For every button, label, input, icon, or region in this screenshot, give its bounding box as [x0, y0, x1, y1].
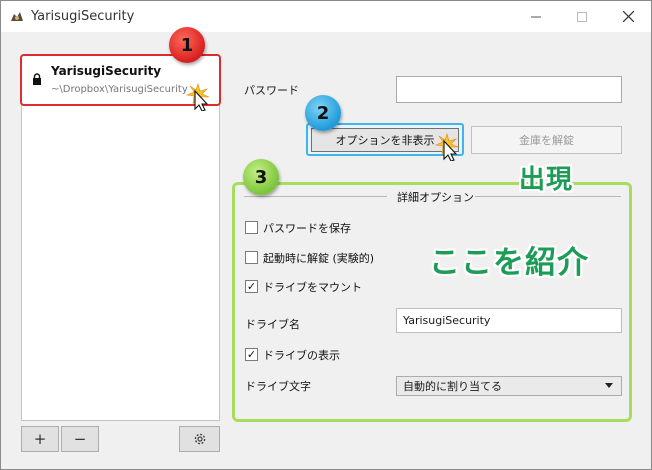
vault-name: YarisugiSecurity	[51, 64, 162, 78]
remove-vault-button[interactable]: −	[61, 426, 99, 452]
maximize-button[interactable]	[559, 1, 605, 32]
chevron-down-icon	[605, 383, 613, 388]
auto-unlock-checkbox[interactable]	[245, 251, 258, 264]
appear-callout: 出現	[519, 165, 574, 195]
drive-name-label: ドライブ名	[245, 318, 300, 331]
gear-icon	[194, 433, 205, 445]
show-drive-label: ドライブの表示	[263, 349, 340, 362]
drive-letter-label: ドライブ文字	[245, 380, 311, 393]
show-drive-checkbox[interactable]: ✓	[245, 348, 258, 361]
app-logo-icon	[11, 12, 23, 21]
password-label: パスワード	[244, 84, 299, 97]
checkmark-icon: ✓	[246, 280, 257, 293]
drive-name-input[interactable]: YarisugiSecurity	[396, 308, 622, 333]
group-divider	[475, 196, 621, 197]
save-password-label: パスワードを保存	[263, 222, 351, 235]
save-password-checkbox[interactable]	[245, 221, 258, 234]
step-badge-2: 2	[305, 95, 341, 131]
intro-callout: ここを紹介	[429, 245, 589, 281]
group-divider	[244, 196, 387, 197]
add-vault-button[interactable]: +	[21, 426, 59, 452]
vault-path: ~\Dropbox\YarisugiSecurity	[51, 84, 188, 95]
minimize-icon	[531, 16, 541, 17]
password-input[interactable]	[396, 76, 622, 103]
minimize-button[interactable]	[513, 1, 559, 32]
window-title: YarisugiSecurity	[31, 9, 135, 24]
maximize-icon	[577, 11, 587, 22]
click-cursor-icon	[185, 83, 210, 111]
mount-drive-label: ドライブをマウント	[263, 281, 362, 294]
step-badge-3: 3	[243, 159, 279, 195]
drive-name-value: YarisugiSecurity	[403, 314, 491, 327]
close-icon	[622, 11, 634, 22]
close-button[interactable]	[605, 1, 651, 32]
unlock-vault-button[interactable]: 金庫を解錠	[471, 126, 622, 154]
drive-letter-value: 自動的に割り当てる	[403, 380, 502, 393]
settings-button[interactable]	[179, 426, 220, 452]
step-badge-1: 1	[169, 27, 205, 63]
click-cursor-icon	[434, 133, 459, 161]
drive-letter-select[interactable]: 自動的に割り当てる	[396, 376, 622, 396]
lock-icon	[33, 73, 41, 85]
checkmark-icon: ✓	[246, 348, 257, 361]
advanced-options-title: 詳細オプション	[397, 191, 474, 204]
title-bar[interactable]: YarisugiSecurity	[1, 1, 651, 32]
app-window: YarisugiSecurity YarisugiSecurity ~\Drop…	[0, 0, 652, 470]
mount-drive-checkbox[interactable]: ✓	[245, 280, 258, 293]
auto-unlock-label: 起動時に解錠 (実験的)	[263, 252, 375, 265]
